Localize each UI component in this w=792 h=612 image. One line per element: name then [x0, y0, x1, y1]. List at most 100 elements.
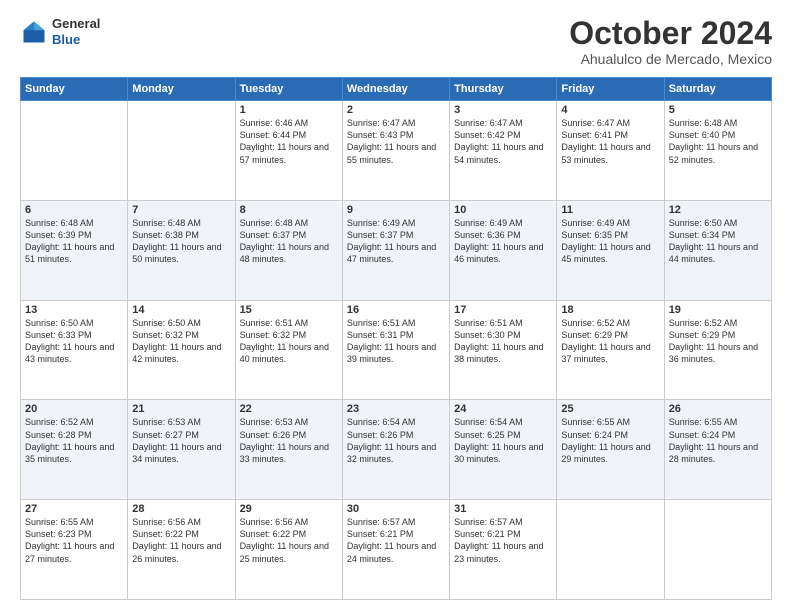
calendar-cell [21, 101, 128, 201]
cell-info: Sunrise: 6:53 AMSunset: 6:27 PMDaylight:… [132, 416, 230, 465]
calendar-cell [128, 101, 235, 201]
calendar-cell: 29Sunrise: 6:56 AMSunset: 6:22 PMDayligh… [235, 500, 342, 600]
calendar-cell: 1Sunrise: 6:46 AMSunset: 6:44 PMDaylight… [235, 101, 342, 201]
cell-info: Sunrise: 6:47 AMSunset: 6:41 PMDaylight:… [561, 117, 659, 166]
month-title: October 2024 [569, 16, 772, 51]
cell-info: Sunrise: 6:50 AMSunset: 6:34 PMDaylight:… [669, 217, 767, 266]
day-number: 19 [669, 304, 767, 316]
day-number: 12 [669, 204, 767, 216]
cell-info: Sunrise: 6:55 AMSunset: 6:24 PMDaylight:… [561, 416, 659, 465]
page: General Blue October 2024 Ahualulco de M… [0, 0, 792, 612]
cell-info: Sunrise: 6:48 AMSunset: 6:40 PMDaylight:… [669, 117, 767, 166]
calendar-cell: 30Sunrise: 6:57 AMSunset: 6:21 PMDayligh… [342, 500, 449, 600]
title-block: October 2024 Ahualulco de Mercado, Mexic… [569, 16, 772, 67]
calendar-cell: 15Sunrise: 6:51 AMSunset: 6:32 PMDayligh… [235, 300, 342, 400]
calendar-cell: 26Sunrise: 6:55 AMSunset: 6:24 PMDayligh… [664, 400, 771, 500]
calendar-cell: 3Sunrise: 6:47 AMSunset: 6:42 PMDaylight… [450, 101, 557, 201]
calendar-cell: 18Sunrise: 6:52 AMSunset: 6:29 PMDayligh… [557, 300, 664, 400]
cell-info: Sunrise: 6:51 AMSunset: 6:31 PMDaylight:… [347, 317, 445, 366]
calendar-cell: 9Sunrise: 6:49 AMSunset: 6:37 PMDaylight… [342, 200, 449, 300]
cell-info: Sunrise: 6:51 AMSunset: 6:30 PMDaylight:… [454, 317, 552, 366]
day-number: 26 [669, 403, 767, 415]
calendar-cell: 28Sunrise: 6:56 AMSunset: 6:22 PMDayligh… [128, 500, 235, 600]
calendar-cell: 31Sunrise: 6:57 AMSunset: 6:21 PMDayligh… [450, 500, 557, 600]
day-number: 30 [347, 503, 445, 515]
day-number: 4 [561, 104, 659, 116]
calendar-cell [557, 500, 664, 600]
logo: General Blue [20, 16, 100, 47]
day-number: 1 [240, 104, 338, 116]
cell-info: Sunrise: 6:49 AMSunset: 6:35 PMDaylight:… [561, 217, 659, 266]
day-number: 9 [347, 204, 445, 216]
day-number: 27 [25, 503, 123, 515]
cell-info: Sunrise: 6:54 AMSunset: 6:26 PMDaylight:… [347, 416, 445, 465]
day-of-week-header: Monday [128, 78, 235, 101]
logo-general: General [52, 16, 100, 32]
day-of-week-header: Thursday [450, 78, 557, 101]
day-number: 23 [347, 403, 445, 415]
cell-info: Sunrise: 6:50 AMSunset: 6:33 PMDaylight:… [25, 317, 123, 366]
day-number: 11 [561, 204, 659, 216]
calendar-week-row: 27Sunrise: 6:55 AMSunset: 6:23 PMDayligh… [21, 500, 772, 600]
cell-info: Sunrise: 6:55 AMSunset: 6:23 PMDaylight:… [25, 516, 123, 565]
day-of-week-header: Saturday [664, 78, 771, 101]
logo-text: General Blue [52, 16, 100, 47]
day-number: 17 [454, 304, 552, 316]
day-number: 25 [561, 403, 659, 415]
calendar-cell: 20Sunrise: 6:52 AMSunset: 6:28 PMDayligh… [21, 400, 128, 500]
calendar-cell: 14Sunrise: 6:50 AMSunset: 6:32 PMDayligh… [128, 300, 235, 400]
day-number: 13 [25, 304, 123, 316]
cell-info: Sunrise: 6:53 AMSunset: 6:26 PMDaylight:… [240, 416, 338, 465]
day-number: 5 [669, 104, 767, 116]
day-number: 24 [454, 403, 552, 415]
header: General Blue October 2024 Ahualulco de M… [20, 16, 772, 67]
calendar-cell [664, 500, 771, 600]
cell-info: Sunrise: 6:48 AMSunset: 6:37 PMDaylight:… [240, 217, 338, 266]
day-number: 10 [454, 204, 552, 216]
calendar-week-row: 13Sunrise: 6:50 AMSunset: 6:33 PMDayligh… [21, 300, 772, 400]
cell-info: Sunrise: 6:56 AMSunset: 6:22 PMDaylight:… [240, 516, 338, 565]
day-number: 8 [240, 204, 338, 216]
cell-info: Sunrise: 6:48 AMSunset: 6:39 PMDaylight:… [25, 217, 123, 266]
calendar-cell: 12Sunrise: 6:50 AMSunset: 6:34 PMDayligh… [664, 200, 771, 300]
day-number: 15 [240, 304, 338, 316]
calendar-cell: 21Sunrise: 6:53 AMSunset: 6:27 PMDayligh… [128, 400, 235, 500]
day-number: 2 [347, 104, 445, 116]
calendar-cell: 23Sunrise: 6:54 AMSunset: 6:26 PMDayligh… [342, 400, 449, 500]
day-of-week-header: Sunday [21, 78, 128, 101]
day-number: 16 [347, 304, 445, 316]
cell-info: Sunrise: 6:52 AMSunset: 6:28 PMDaylight:… [25, 416, 123, 465]
calendar-cell: 6Sunrise: 6:48 AMSunset: 6:39 PMDaylight… [21, 200, 128, 300]
calendar-header-row: SundayMondayTuesdayWednesdayThursdayFrid… [21, 78, 772, 101]
calendar-week-row: 20Sunrise: 6:52 AMSunset: 6:28 PMDayligh… [21, 400, 772, 500]
cell-info: Sunrise: 6:57 AMSunset: 6:21 PMDaylight:… [454, 516, 552, 565]
day-number: 28 [132, 503, 230, 515]
calendar-cell: 22Sunrise: 6:53 AMSunset: 6:26 PMDayligh… [235, 400, 342, 500]
day-number: 14 [132, 304, 230, 316]
calendar-cell: 17Sunrise: 6:51 AMSunset: 6:30 PMDayligh… [450, 300, 557, 400]
cell-info: Sunrise: 6:54 AMSunset: 6:25 PMDaylight:… [454, 416, 552, 465]
calendar-cell: 11Sunrise: 6:49 AMSunset: 6:35 PMDayligh… [557, 200, 664, 300]
cell-info: Sunrise: 6:52 AMSunset: 6:29 PMDaylight:… [561, 317, 659, 366]
cell-info: Sunrise: 6:49 AMSunset: 6:36 PMDaylight:… [454, 217, 552, 266]
calendar-cell: 24Sunrise: 6:54 AMSunset: 6:25 PMDayligh… [450, 400, 557, 500]
cell-info: Sunrise: 6:57 AMSunset: 6:21 PMDaylight:… [347, 516, 445, 565]
calendar-cell: 13Sunrise: 6:50 AMSunset: 6:33 PMDayligh… [21, 300, 128, 400]
logo-blue: Blue [52, 32, 100, 48]
location: Ahualulco de Mercado, Mexico [569, 51, 772, 67]
calendar-table: SundayMondayTuesdayWednesdayThursdayFrid… [20, 77, 772, 600]
day-number: 31 [454, 503, 552, 515]
day-number: 18 [561, 304, 659, 316]
calendar-week-row: 6Sunrise: 6:48 AMSunset: 6:39 PMDaylight… [21, 200, 772, 300]
day-number: 29 [240, 503, 338, 515]
calendar-cell: 10Sunrise: 6:49 AMSunset: 6:36 PMDayligh… [450, 200, 557, 300]
cell-info: Sunrise: 6:46 AMSunset: 6:44 PMDaylight:… [240, 117, 338, 166]
calendar-cell: 27Sunrise: 6:55 AMSunset: 6:23 PMDayligh… [21, 500, 128, 600]
calendar-cell: 5Sunrise: 6:48 AMSunset: 6:40 PMDaylight… [664, 101, 771, 201]
day-of-week-header: Friday [557, 78, 664, 101]
calendar-cell: 25Sunrise: 6:55 AMSunset: 6:24 PMDayligh… [557, 400, 664, 500]
cell-info: Sunrise: 6:51 AMSunset: 6:32 PMDaylight:… [240, 317, 338, 366]
cell-info: Sunrise: 6:47 AMSunset: 6:43 PMDaylight:… [347, 117, 445, 166]
cell-info: Sunrise: 6:56 AMSunset: 6:22 PMDaylight:… [132, 516, 230, 565]
day-number: 6 [25, 204, 123, 216]
